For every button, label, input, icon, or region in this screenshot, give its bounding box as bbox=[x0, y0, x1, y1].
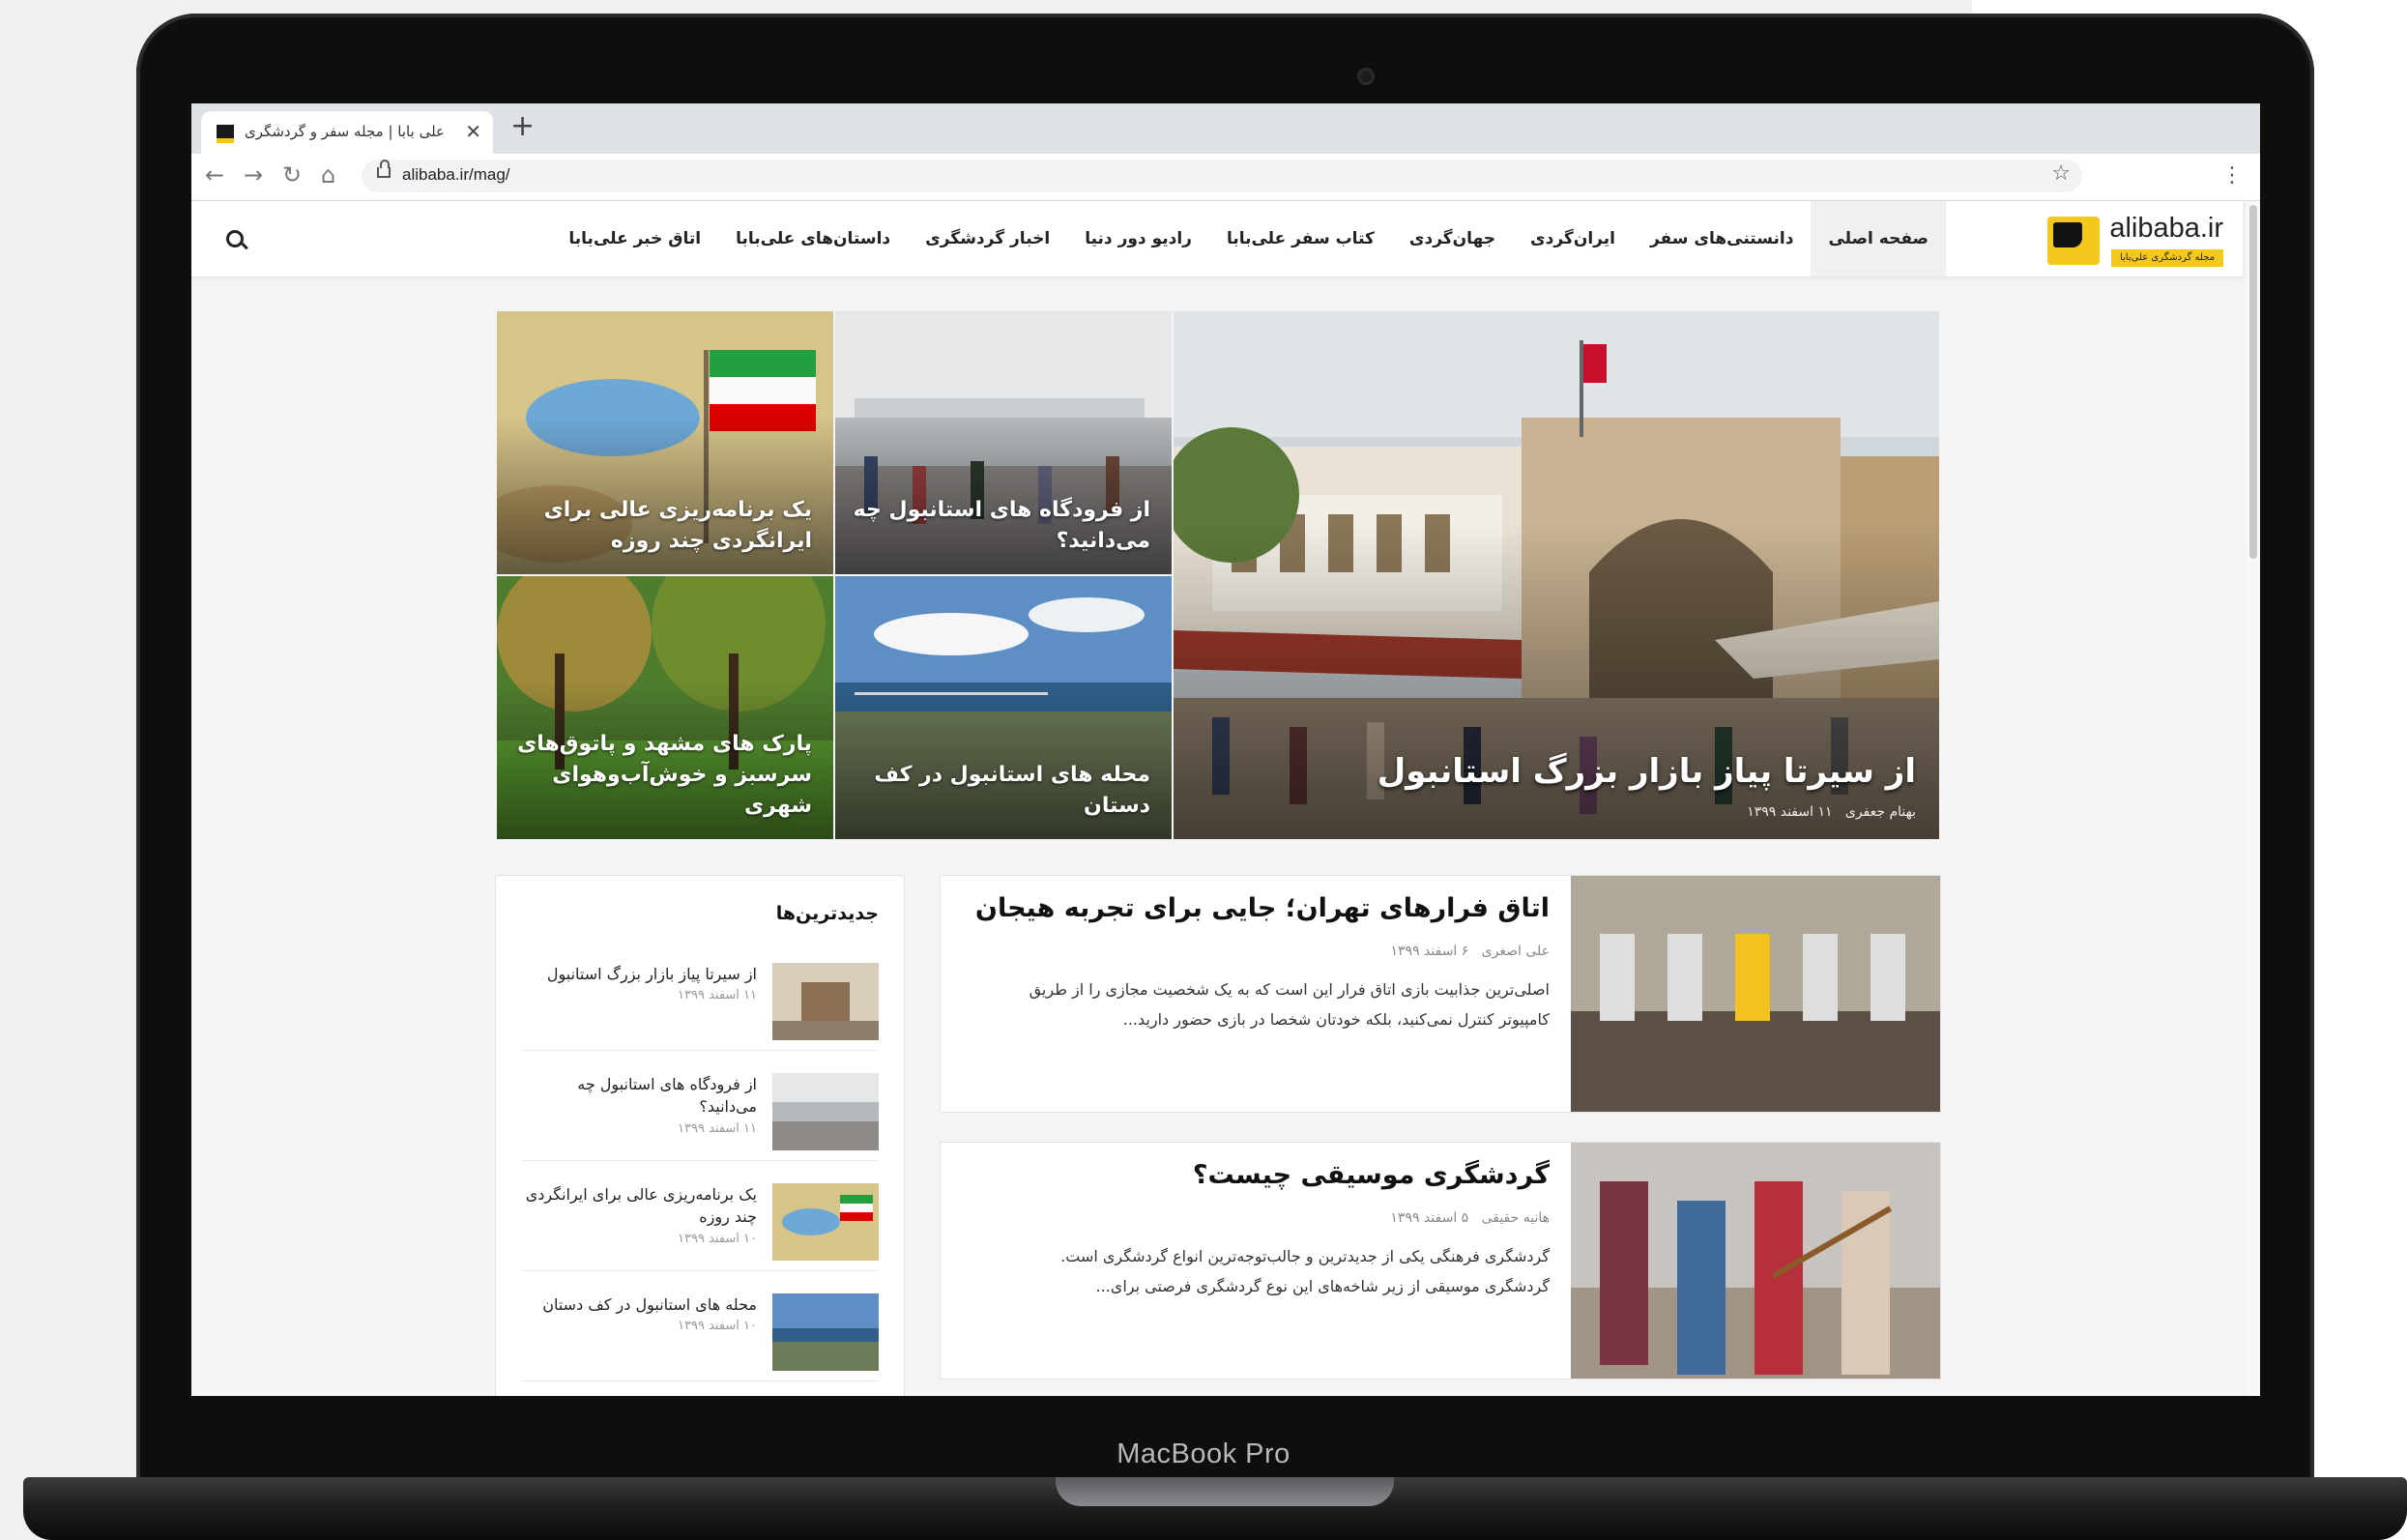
hero-main-title[interactable]: از سیرتا پیاز بازار بزرگ استانبول bbox=[1378, 752, 1916, 791]
scrollbar-thumb[interactable] bbox=[2249, 205, 2257, 559]
hero-shade bbox=[1174, 522, 1939, 839]
article-meta: هانیه حقیقی ۵ اسفند ۱۳۹۹ bbox=[1390, 1210, 1550, 1226]
home-icon[interactable]: ⌂ bbox=[321, 161, 335, 189]
sidebar-item[interactable]: از فرودگاه های استانبول چه می‌دانید؟ ۱۱ … bbox=[521, 1063, 879, 1161]
back-icon[interactable]: ← bbox=[205, 161, 224, 189]
search-icon[interactable] bbox=[226, 230, 244, 247]
sidebar-item-title[interactable]: یک برنامه‌ریزی عالی برای ایرانگردی چند ر… bbox=[525, 1183, 757, 1228]
hero-main-meta: بهنام جعفری ۱۱ اسفند ۱۳۹۹ bbox=[1747, 804, 1916, 820]
hero-tile-iran[interactable]: یک برنامه‌ریزی عالی برای ایرانگردی چند ر… bbox=[497, 311, 833, 574]
hero-tile-airport[interactable]: از فرودگاه های استانبول چه می‌دانید؟ bbox=[835, 311, 1172, 574]
tab-title: علی بابا | مجله سفر و گردشگری bbox=[245, 123, 445, 140]
article-date: ۶ اسفند ۱۳۹۹ bbox=[1390, 944, 1469, 959]
article-excerpt: اصلی‌ترین جذابیت بازی اتاق فرار این است … bbox=[1029, 980, 1550, 1029]
nav-travel-tips[interactable]: دانستنی‌های سفر bbox=[1633, 201, 1812, 276]
address-bar[interactable]: alibaba.ir/mag/ ☆ bbox=[362, 160, 2082, 192]
browser-tab-strip: علی بابا | مجله سفر و گردشگری ✕ + bbox=[191, 103, 2260, 154]
hero-main-author: بهنام جعفری bbox=[1844, 804, 1916, 820]
close-tab-icon[interactable]: ✕ bbox=[465, 120, 481, 143]
logo-subtitle: مجله گردشگری علی‌بابا bbox=[2111, 249, 2223, 267]
article-excerpt: گردشگری فرهنگی یکی از جدیدترین و جالب‌تو… bbox=[1060, 1247, 1550, 1295]
hero-tile-title[interactable]: یک برنامه‌ریزی عالی برای ایرانگردی چند ر… bbox=[512, 495, 812, 557]
nav-stories[interactable]: داستان‌های علی‌بابا bbox=[718, 201, 908, 276]
hero-main-date: ۱۱ اسفند ۱۳۹۹ bbox=[1747, 804, 1833, 820]
article-author: علی اصغری bbox=[1481, 944, 1550, 959]
sidebar-item-date: ۱۰ اسفند ۱۳۹۹ bbox=[678, 1319, 757, 1333]
hero-tile-title[interactable]: محله های استانبول در کف دستان bbox=[851, 760, 1150, 822]
sidebar-item[interactable]: یک برنامه‌ریزی عالی برای ایرانگردی چند ر… bbox=[521, 1174, 879, 1271]
article-image bbox=[1571, 1143, 1940, 1379]
nav-world-travel[interactable]: جهان‌گردی bbox=[1392, 201, 1513, 276]
article-meta: علی اصغری ۶ اسفند ۱۳۹۹ bbox=[1391, 944, 1550, 959]
url-text: alibaba.ir/mag/ bbox=[402, 165, 510, 184]
browser-tab[interactable]: علی بابا | مجله سفر و گردشگری ✕ bbox=[201, 111, 493, 154]
nav-travel-book[interactable]: کتاب سفر علی‌بابا bbox=[1209, 201, 1392, 276]
laptop-screen: علی بابا | مجله سفر و گردشگری ✕ + ← → ↻ … bbox=[191, 103, 2260, 1396]
sidebar-item-title[interactable]: محله های استانبول در کف دستان bbox=[525, 1293, 757, 1316]
sidebar-item-date: ۱۱ اسفند ۱۳۹۹ bbox=[678, 988, 757, 1002]
website: alibaba.ir مجله گردشگری علی‌بابا صفحه اص… bbox=[191, 201, 2260, 1396]
sidebar-item[interactable]: محله های استانبول در کف دستان ۱۰ اسفند ۱… bbox=[521, 1284, 879, 1381]
sidebar-thumb bbox=[772, 1183, 879, 1261]
sidebar-item-title[interactable]: از سیرتا پیاز بازار بزرگ استانبول bbox=[525, 963, 757, 985]
forward-icon[interactable]: → bbox=[244, 161, 263, 189]
article-card[interactable]: اتاق فرارهای تهران؛ جایی برای تجربه هیجا… bbox=[940, 875, 1941, 1113]
nav-home[interactable]: صفحه اصلی bbox=[1811, 201, 1946, 276]
nav-newsroom[interactable]: اتاق خبر علی‌بابا bbox=[551, 201, 718, 276]
sidebar-item-date: ۱۱ اسفند ۱۳۹۹ bbox=[678, 1121, 757, 1136]
nav-news[interactable]: اخبار گردشگری bbox=[908, 201, 1067, 276]
browser-toolbar: ← → ↻ ⌂ alibaba.ir/mag/ ☆ ⋮ bbox=[191, 154, 2260, 201]
sidebar-title: جدیدترین‌ها bbox=[775, 903, 879, 924]
hero-tile-istanbul[interactable]: محله های استانبول در کف دستان bbox=[835, 576, 1172, 839]
sidebar-thumb bbox=[772, 1073, 879, 1150]
logo-text: alibaba.ir bbox=[2109, 213, 2223, 244]
device-model-label: MacBook Pro bbox=[1116, 1438, 1290, 1469]
article-image bbox=[1571, 876, 1940, 1112]
nav-iran-travel[interactable]: ایران‌گردی bbox=[1513, 201, 1633, 276]
latest-sidebar: جدیدترین‌ها از سیرتا پیاز بازار بزرگ است… bbox=[495, 875, 905, 1396]
site-logo[interactable]: alibaba.ir مجله گردشگری علی‌بابا bbox=[2044, 211, 2223, 269]
star-icon[interactable]: ☆ bbox=[2051, 161, 2071, 186]
sidebar-item[interactable]: از سیرتا پیاز بازار بزرگ استانبول ۱۱ اسف… bbox=[521, 953, 879, 1051]
nav-radio[interactable]: رادیو دور دنیا bbox=[1067, 201, 1209, 276]
camera-icon bbox=[1357, 68, 1375, 85]
new-tab-button[interactable]: + bbox=[510, 109, 535, 143]
article-card[interactable]: گردشگری موسیقی چیست؟ هانیه حقیقی ۵ اسفند… bbox=[940, 1142, 1941, 1380]
sidebar-thumb bbox=[772, 1293, 879, 1371]
hero-tile-park[interactable]: پارک های مشهد و پاتوق‌های سرسبز و خوش‌آب… bbox=[497, 576, 833, 839]
article-title[interactable]: اتاق فرارهای تهران؛ جایی برای تجربه هیجا… bbox=[975, 893, 1550, 923]
sidebar-thumb bbox=[772, 963, 879, 1040]
hero-main[interactable]: از سیرتا پیاز بازار بزرگ استانبول بهنام … bbox=[1174, 311, 1939, 839]
sidebar-item-date: ۱۰ اسفند ۱۳۹۹ bbox=[678, 1232, 757, 1246]
article-author: هانیه حقیقی bbox=[1481, 1210, 1550, 1226]
article-date: ۵ اسفند ۱۳۹۹ bbox=[1390, 1210, 1469, 1226]
site-favicon-icon bbox=[217, 125, 234, 143]
sidebar-item-title[interactable]: از فرودگاه های استانبول چه می‌دانید؟ bbox=[525, 1073, 757, 1118]
reload-icon[interactable]: ↻ bbox=[282, 161, 302, 189]
hero-tile-title[interactable]: پارک های مشهد و پاتوق‌های سرسبز و خوش‌آب… bbox=[512, 729, 812, 822]
main-nav: صفحه اصلی دانستنی‌های سفر ایران‌گردی جها… bbox=[539, 201, 1946, 276]
lock-icon bbox=[377, 160, 391, 178]
logo-mark-icon bbox=[2047, 217, 2100, 265]
hero-tile-title[interactable]: از فرودگاه های استانبول چه می‌دانید؟ bbox=[851, 495, 1150, 557]
site-header: alibaba.ir مجله گردشگری علی‌بابا صفحه اص… bbox=[191, 201, 2243, 277]
page-scrollbar[interactable] bbox=[2247, 201, 2260, 1396]
article-title[interactable]: گردشگری موسیقی چیست؟ bbox=[1193, 1160, 1550, 1190]
menu-icon[interactable]: ⋮ bbox=[2221, 163, 2243, 188]
laptop-notch bbox=[1056, 1477, 1394, 1506]
